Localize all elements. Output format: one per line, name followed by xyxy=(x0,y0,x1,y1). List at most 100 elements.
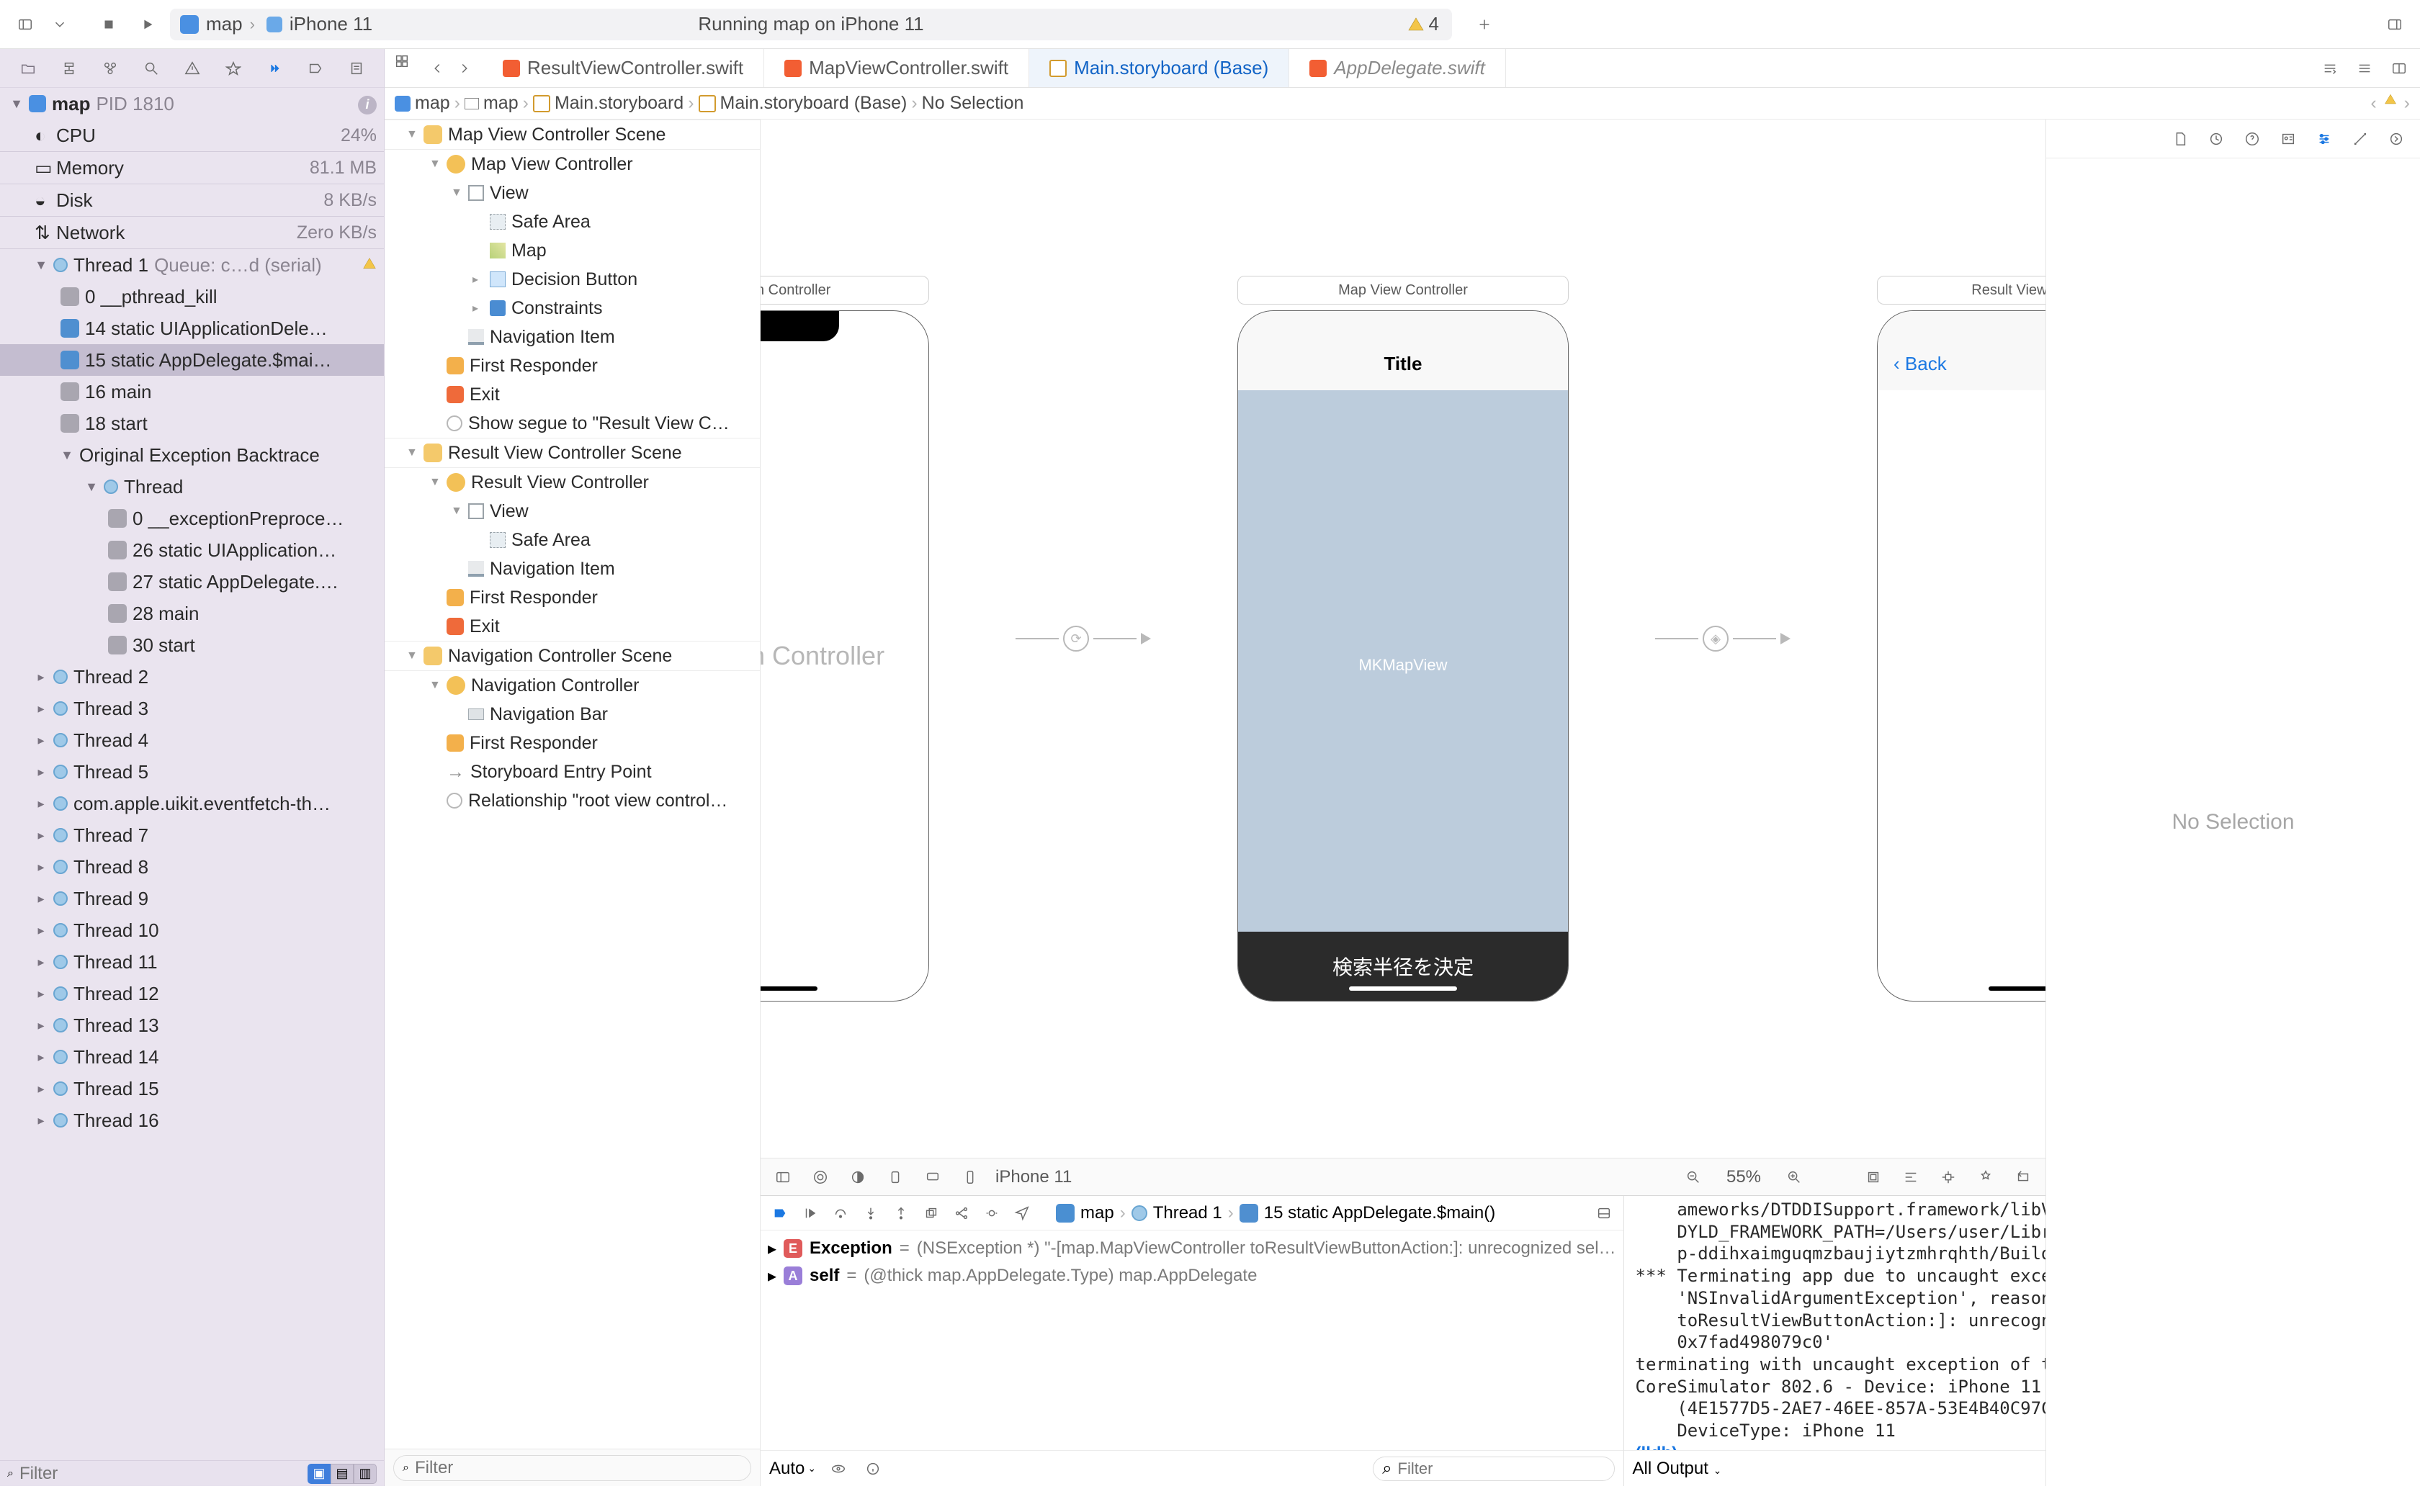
ib-canvas[interactable]: Navigation Controller Navigation Control… xyxy=(761,120,2045,1158)
disclosure-icon[interactable]: ▼ xyxy=(429,679,441,692)
stop-button[interactable] xyxy=(97,12,121,37)
step-over-icon[interactable] xyxy=(828,1201,853,1225)
outline-scene[interactable]: ▼Navigation Controller Scene xyxy=(385,642,760,670)
gauge-memory[interactable]: ▭Memory81.1 MB xyxy=(0,152,384,184)
toggle-left-sidebar-icon[interactable] xyxy=(13,12,37,37)
debug-jump-thread[interactable]: Thread 1 xyxy=(1153,1203,1222,1223)
debug-jump-project[interactable]: map xyxy=(1080,1203,1114,1223)
jump-segment[interactable]: Main.storyboard xyxy=(555,93,684,114)
device-label[interactable]: iPhone 11 xyxy=(995,1167,1072,1187)
segue-arrow[interactable]: ◈ xyxy=(1655,626,1791,652)
thread-row[interactable]: ▸Thread 9 xyxy=(0,883,384,914)
disclosure-icon[interactable]: ▼ xyxy=(60,448,73,463)
stack-frame-row[interactable]: 0 __pthread_kill xyxy=(0,281,384,312)
disclosure-icon[interactable]: ▼ xyxy=(451,186,462,199)
disclosure-icon[interactable]: ▸ xyxy=(35,670,48,685)
embed-in-icon[interactable] xyxy=(1861,1165,1886,1189)
library-add-button[interactable] xyxy=(1472,12,1497,37)
stack-frame-row[interactable]: 16 main xyxy=(0,376,384,408)
outline-first-responder[interactable]: First Responder xyxy=(385,583,760,612)
thread-row[interactable]: ▸Thread 10 xyxy=(0,914,384,946)
stack-frame-row[interactable]: 30 start xyxy=(0,629,384,661)
source-control-navigator-icon[interactable] xyxy=(55,55,83,82)
thread-row[interactable]: ▸Thread 2 xyxy=(0,661,384,693)
scene-title[interactable]: Result View Controller xyxy=(1877,276,2045,305)
scene-result-vc[interactable]: Result View Controller ‹ Back xyxy=(1877,276,2045,1002)
thread-row[interactable]: ▸Thread 3 xyxy=(0,693,384,724)
disclosure-icon[interactable]: ▼ xyxy=(429,158,441,171)
appearance-icon[interactable] xyxy=(846,1165,870,1189)
step-out-icon[interactable] xyxy=(889,1201,913,1225)
navbar-title[interactable]: Title xyxy=(1238,353,1568,375)
add-constraints-icon[interactable] xyxy=(1936,1165,1960,1189)
info-badge-icon[interactable]: i xyxy=(358,96,377,114)
run-button[interactable] xyxy=(135,12,160,37)
gauge-cpu[interactable]: ◐CPU24% xyxy=(0,120,384,151)
disclosure-icon[interactable]: ▸ xyxy=(35,733,48,748)
disclosure-icon[interactable]: ▸ xyxy=(35,891,48,906)
prev-issue-icon[interactable]: ‹ xyxy=(2370,93,2376,114)
outline-view[interactable]: ▼View xyxy=(385,497,760,526)
disclosure-icon[interactable]: ▸ xyxy=(35,986,48,1002)
debug-view-hierarchy-icon[interactable] xyxy=(919,1201,944,1225)
outline-vc[interactable]: ▼Map View Controller xyxy=(385,150,760,179)
thread-row[interactable]: ▸Thread 4 xyxy=(0,724,384,756)
stack-frame-row[interactable]: 0 __exceptionPreproce… xyxy=(0,503,384,534)
disclosure-icon[interactable]: ▸ xyxy=(768,1238,776,1259)
outline-safe-area[interactable]: Safe Area xyxy=(385,526,760,554)
filter-scope-segmented[interactable]: ▣ ▤ ▥ xyxy=(308,1464,377,1484)
disclosure-icon[interactable]: ▼ xyxy=(406,128,418,141)
stack-frame-row[interactable]: 28 main xyxy=(0,598,384,629)
help-inspector-icon[interactable] xyxy=(2240,127,2264,151)
update-frames-icon[interactable] xyxy=(2011,1165,2035,1189)
seg-1[interactable]: ▣ xyxy=(308,1464,331,1484)
disclosure-icon[interactable]: ▸ xyxy=(35,860,48,875)
navigator-dropdown-icon[interactable] xyxy=(48,12,72,37)
back-button[interactable]: ‹ Back xyxy=(1894,353,1947,375)
disclosure-icon[interactable]: ▸ xyxy=(35,1050,48,1065)
outline-tree[interactable]: ▼Map View Controller Scene▼Map View Cont… xyxy=(385,120,760,1449)
test-navigator-icon[interactable] xyxy=(220,55,247,82)
disclosure-icon[interactable]: ▼ xyxy=(85,480,98,495)
outline-map[interactable]: Map xyxy=(385,236,760,265)
project-navigator-icon[interactable] xyxy=(14,55,42,82)
scheme-selector[interactable]: map › iPhone 11 Running map on iPhone 11… xyxy=(170,9,1452,40)
thread-row[interactable]: ▸Thread 16 xyxy=(0,1104,384,1136)
exception-thread-row[interactable]: ▼Thread xyxy=(0,471,384,503)
thread-row[interactable]: ▸Thread 11 xyxy=(0,946,384,978)
navigator-filter-input[interactable] xyxy=(19,1464,302,1484)
next-issue-icon[interactable]: › xyxy=(2404,93,2410,114)
find-navigator-icon[interactable] xyxy=(138,55,165,82)
toggle-right-sidebar-icon[interactable] xyxy=(2383,12,2407,37)
device-picker-icon[interactable] xyxy=(958,1165,982,1189)
jump-segment[interactable]: map xyxy=(483,93,519,114)
outline-constraints[interactable]: ▸Constraints xyxy=(385,294,760,323)
toggle-debug-area-icon[interactable] xyxy=(1592,1201,1616,1225)
gauge-disk[interactable]: ◒Disk8 KB/s xyxy=(0,184,384,216)
disclosure-icon[interactable]: ▸ xyxy=(35,796,48,811)
outline-vc[interactable]: ▼Navigation Controller xyxy=(385,671,760,700)
continue-icon[interactable] xyxy=(798,1201,823,1225)
adjust-editor-options-icon[interactable] xyxy=(2352,56,2377,81)
variable-row[interactable]: ▸Aself = (@thick map.AppDelegate.Type) m… xyxy=(768,1262,1616,1290)
disclosure-icon[interactable]: ▸ xyxy=(768,1266,776,1287)
jump-segment[interactable]: No Selection xyxy=(922,93,1024,114)
zoom-in-icon[interactable] xyxy=(1782,1165,1806,1189)
history-inspector-icon[interactable] xyxy=(2204,127,2228,151)
assistant-icon[interactable] xyxy=(808,1165,833,1189)
outline-navbar[interactable]: Navigation Bar xyxy=(385,700,760,729)
print-description-icon[interactable] xyxy=(861,1457,885,1481)
outline-first-responder[interactable]: First Responder xyxy=(385,729,760,757)
outline-entry-point[interactable]: →Storyboard Entry Point xyxy=(385,757,760,786)
exception-backtrace-header[interactable]: ▼Original Exception Backtrace xyxy=(0,439,384,471)
debug-memory-graph-icon[interactable] xyxy=(949,1201,974,1225)
jump-segment[interactable]: Main.storyboard (Base) xyxy=(720,93,908,114)
segue-arrow[interactable]: ⟳ xyxy=(1016,626,1151,652)
thread-row[interactable]: ▸Thread 15 xyxy=(0,1073,384,1104)
stack-frame-row[interactable]: 15 static AppDelegate.$mai… xyxy=(0,344,384,376)
align-icon[interactable] xyxy=(1899,1165,1923,1189)
variables-list[interactable]: ▸EException = (NSException *) "-[map.Map… xyxy=(761,1230,1623,1450)
process-row[interactable]: ▼ map PID 1810 i xyxy=(0,88,384,120)
identity-inspector-icon[interactable] xyxy=(2276,127,2300,151)
outline-exit[interactable]: Exit xyxy=(385,612,760,641)
